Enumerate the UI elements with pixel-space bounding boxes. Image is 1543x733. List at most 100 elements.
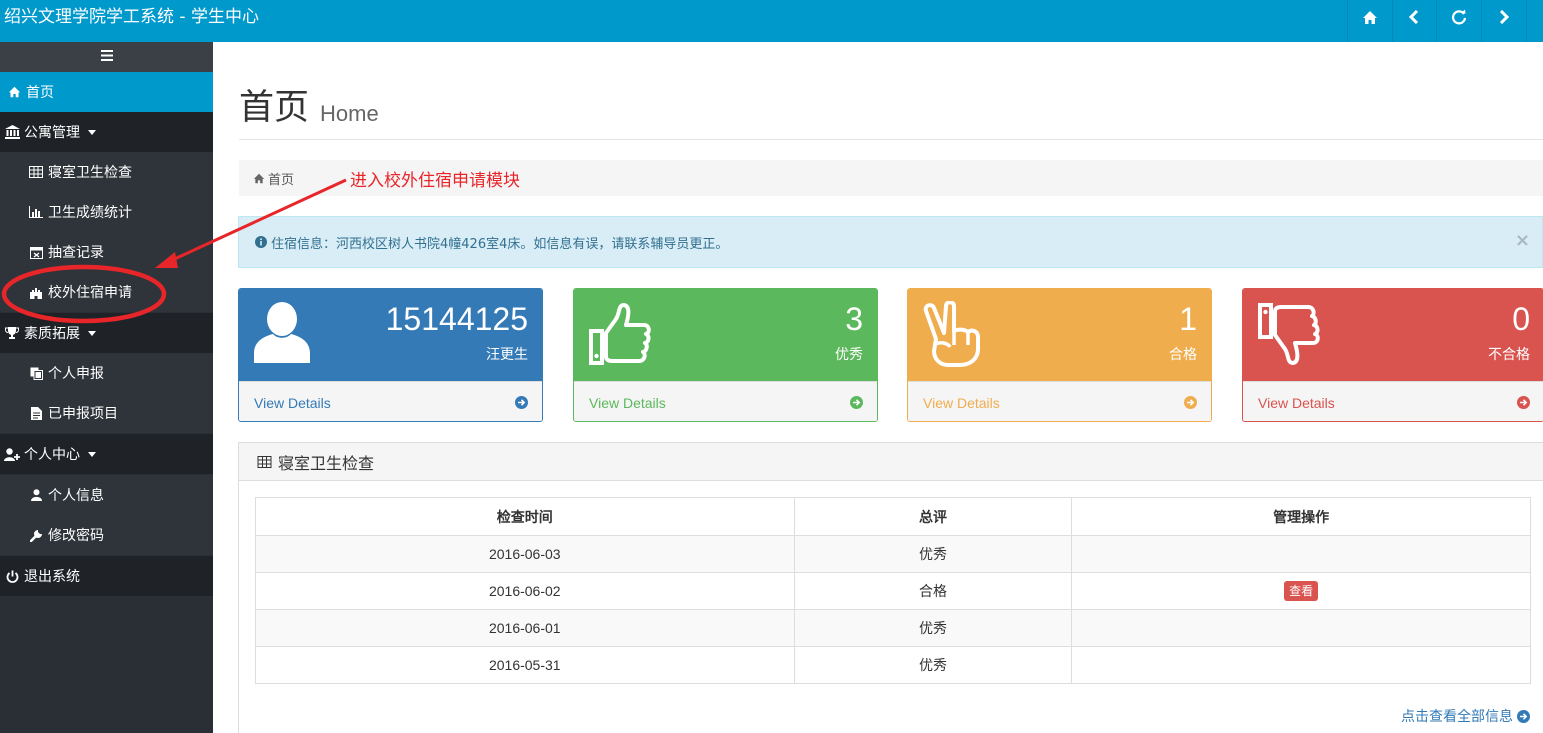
sidebar-item-dorm-inspection[interactable]: 寝室卫生检查 (0, 152, 213, 192)
home-button[interactable] (1348, 0, 1392, 34)
sidebar-item-home[interactable]: 首页 (0, 72, 213, 112)
panel-header: 寝室卫生检查 (239, 443, 1543, 481)
sidebar-item-hygiene-stats[interactable]: 卫生成绩统计 (0, 192, 213, 232)
view-details-link[interactable]: View Details (908, 381, 1211, 421)
inspection-date: 2016-06-02 (255, 572, 795, 610)
card-header: 0 不合格 (1243, 289, 1543, 381)
inspection-grade: 优秀 (793, 646, 1073, 684)
card-label: 优秀 (835, 347, 863, 363)
page-subtitle: Home (320, 101, 379, 126)
sidebar-item-personal-center[interactable]: 个人中心 (0, 434, 213, 474)
stat-card-student: 15144125 汪更生 View Details (238, 288, 543, 422)
copy-icon (28, 365, 44, 381)
sidebar-item-label: 素质拓展 (24, 326, 80, 342)
arrow-circle-right-icon (1184, 396, 1197, 412)
forward-button[interactable] (1482, 0, 1526, 34)
column-header: 管理操作 (1071, 497, 1531, 536)
app-title: 绍兴文理学院学工系统 - 学生中心 (4, 7, 259, 27)
view-details-link[interactable]: View Details (1243, 381, 1543, 421)
sidebar-item-label: 修改密码 (48, 528, 104, 544)
action-cell (1071, 609, 1531, 647)
refresh-button[interactable] (1437, 0, 1481, 34)
sidebar-item-declared-projects[interactable]: 已申报项目 (0, 393, 213, 433)
inspection-table: 检查时间 总评 管理操作 2016-06-03 优秀 2016-06-02 合格… (255, 497, 1531, 684)
column-header: 总评 (793, 497, 1073, 536)
inspection-date: 2016-06-01 (255, 609, 795, 647)
sidebar-item-label: 退出系统 (24, 569, 80, 585)
sidebar-item-quality-expansion[interactable]: 素质拓展 (0, 313, 213, 353)
sidebar-item-label: 已申报项目 (48, 406, 118, 422)
card-value: 1 (1179, 301, 1197, 337)
sidebar-item-label: 个人申报 (48, 366, 104, 382)
panel-title: 寝室卫生检查 (278, 453, 375, 473)
table-header-row: 检查时间 总评 管理操作 (255, 497, 1531, 536)
sidebar-item-label: 抽查记录 (48, 245, 104, 261)
thumbs-up-icon (588, 301, 652, 371)
card-label: 合格 (1169, 347, 1197, 363)
refresh-icon (1451, 9, 1467, 25)
annotation-label: 进入校外住宿申请模块 (350, 171, 520, 191)
action-cell (1071, 535, 1531, 573)
table-icon (28, 164, 44, 180)
sidebar-item-personal-info[interactable]: 个人信息 (0, 475, 213, 515)
arrow-circle-right-icon (1517, 396, 1530, 412)
table-row: 2016-06-01 优秀 (255, 609, 1531, 647)
page-title: 首页 (239, 88, 310, 128)
castle-icon (28, 284, 44, 300)
thumbs-down-icon (1257, 301, 1321, 371)
chevron-left-icon (1408, 10, 1420, 24)
sidebar-item-label: 个人中心 (24, 447, 80, 463)
calendar-x-icon (28, 244, 44, 260)
home-icon (1362, 10, 1378, 25)
sidebar-toggle[interactable] (0, 42, 213, 72)
back-button[interactable] (1392, 0, 1436, 34)
file-icon (28, 405, 44, 421)
card-header: 3 优秀 (574, 289, 877, 381)
sidebar-item-off-campus-housing[interactable]: 校外住宿申请 (0, 272, 213, 312)
view-details-label: View Details (589, 394, 666, 411)
stat-card-fail: 0 不合格 View Details (1242, 288, 1543, 422)
accommodation-alert: 住宿信息：河西校区树人书院4幢426室4床。如信息有误，请联系辅导员更正。 × (238, 216, 1543, 268)
stat-card-pass: 1 合格 View Details (907, 288, 1212, 422)
inspection-grade: 优秀 (793, 609, 1073, 647)
trophy-icon (4, 325, 20, 341)
arrow-circle-right-icon (1517, 709, 1530, 723)
user-icon (28, 487, 44, 503)
view-details-link[interactable]: View Details (239, 381, 542, 421)
chevron-right-icon (1498, 10, 1510, 24)
view-all-link[interactable]: 点击查看全部信息 (1401, 706, 1530, 726)
sidebar-item-apartment[interactable]: 公寓管理 (0, 112, 213, 152)
power-icon (4, 568, 20, 584)
close-icon[interactable]: × (1515, 230, 1530, 251)
breadcrumb-home-link[interactable]: 首页 (268, 169, 294, 188)
card-value: 0 (1512, 301, 1530, 337)
inspection-grade: 合格 (793, 572, 1073, 610)
card-value: 3 (845, 301, 863, 337)
inspection-date: 2016-05-31 (255, 646, 795, 684)
view-details-label: View Details (923, 394, 1000, 411)
card-header: 15144125 汪更生 (239, 289, 542, 381)
menu-icon (100, 49, 113, 65)
caret-down-icon (88, 330, 96, 336)
card-label: 汪更生 (486, 347, 528, 363)
card-value: 15144125 (385, 301, 528, 337)
home-icon (6, 84, 22, 100)
table-row: 2016-06-03 优秀 (255, 535, 1531, 573)
view-details-label: View Details (254, 394, 331, 411)
sidebar-item-personal-declaration[interactable]: 个人申报 (0, 353, 213, 393)
alert-text: 住宿信息：河西校区树人书院4幢426室4床。如信息有误，请联系辅导员更正。 (271, 236, 729, 252)
stat-card-excellent: 3 优秀 View Details (573, 288, 878, 422)
user-icon (253, 301, 311, 367)
sidebar-item-logout[interactable]: 退出系统 (0, 556, 213, 596)
sidebar-item-spot-check[interactable]: 抽查记录 (0, 232, 213, 272)
view-details-link[interactable]: View Details (574, 381, 877, 421)
inspection-date: 2016-06-03 (255, 535, 795, 573)
view-button[interactable]: 查看 (1284, 581, 1319, 601)
sidebar-item-label: 公寓管理 (24, 125, 80, 141)
sidebar-item-change-password[interactable]: 修改密码 (0, 515, 213, 555)
sidebar-item-label: 个人信息 (48, 488, 104, 504)
caret-down-icon (88, 451, 96, 457)
bank-icon (4, 124, 20, 140)
card-header: 1 合格 (908, 289, 1211, 381)
wrench-icon (28, 527, 44, 543)
